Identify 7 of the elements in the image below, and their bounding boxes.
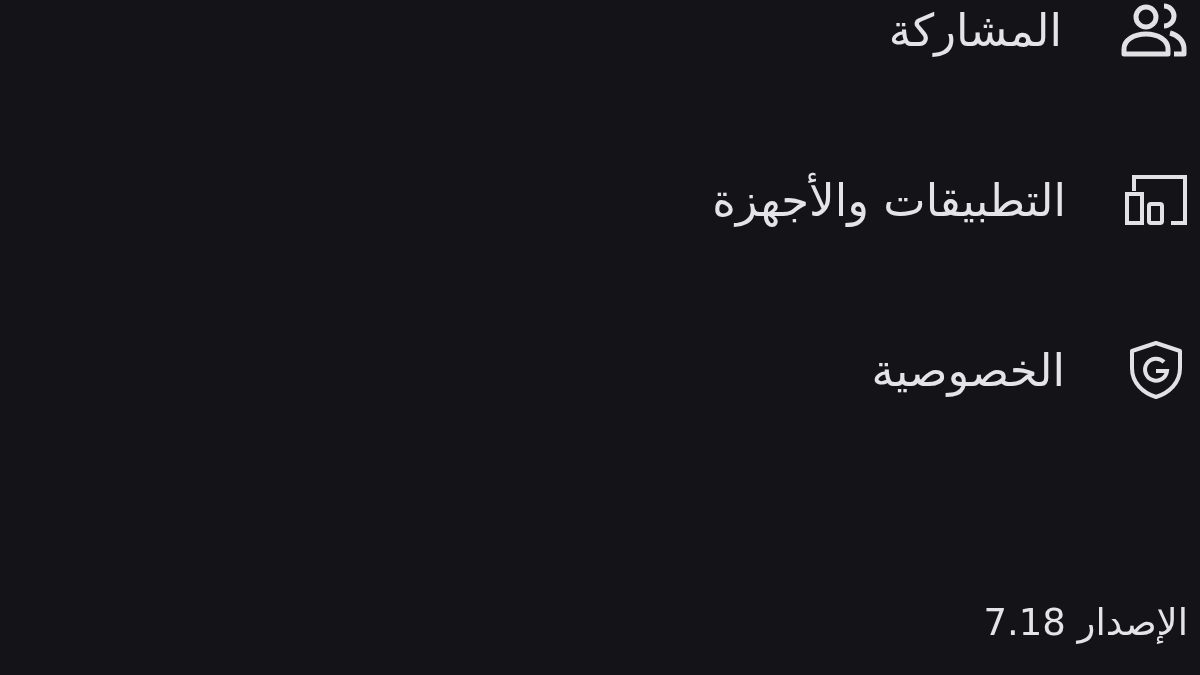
version-text: الإصدار 7.18 <box>983 601 1188 644</box>
people-icon <box>1120 3 1188 57</box>
devices-icon <box>1124 174 1188 226</box>
menu-item[interactable]: التطبيقات والأجهزة <box>712 170 1188 230</box>
shield-icon <box>1129 340 1183 400</box>
menu-item[interactable]: المشاركة <box>888 0 1188 60</box>
menu-item[interactable]: الخصوصية <box>871 340 1188 400</box>
